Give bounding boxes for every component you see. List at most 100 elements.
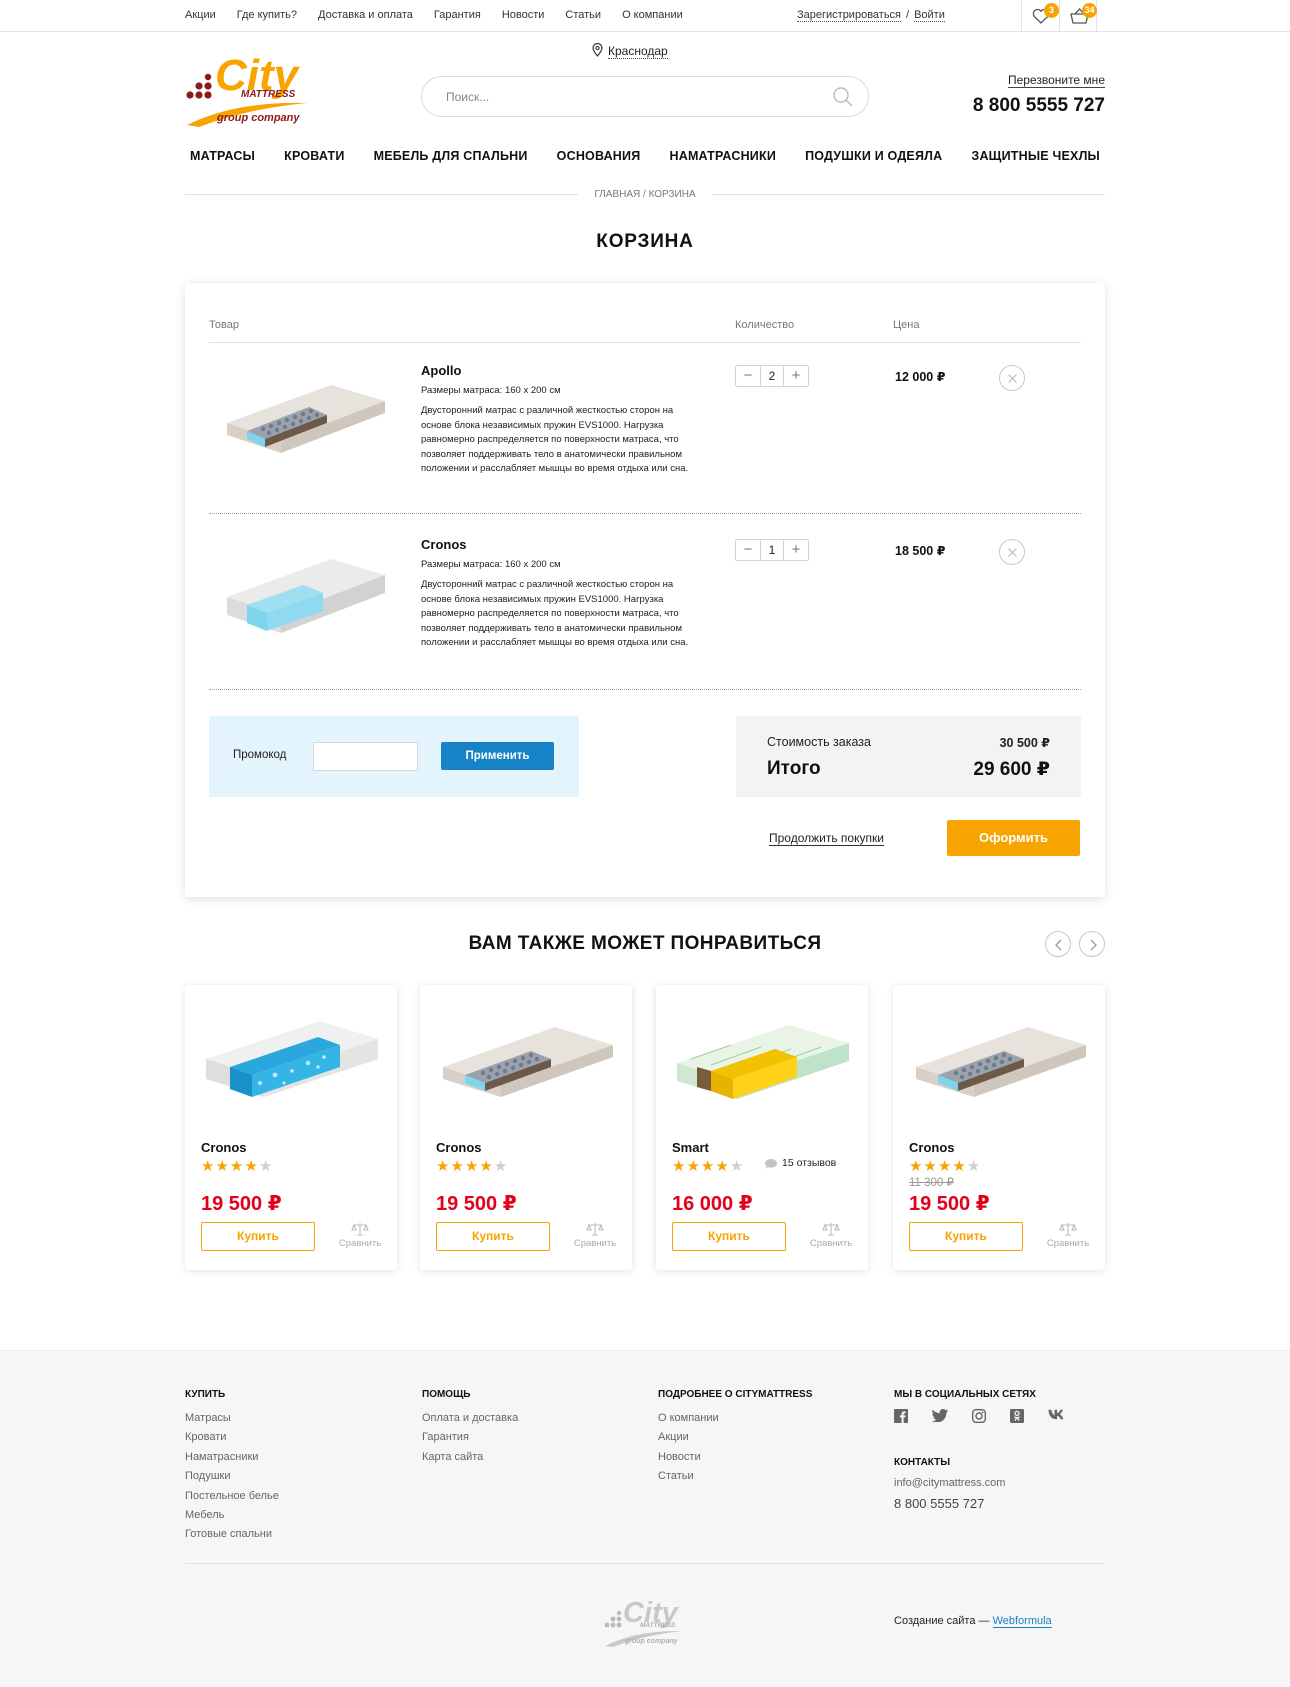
apply-promo-button[interactable]: Применить xyxy=(441,742,554,770)
footer-link[interactable]: Подушки xyxy=(185,1467,279,1486)
footer-logo[interactable]: City MATTRESS group company xyxy=(603,1591,687,1651)
nav-item-pillows-blankets[interactable]: ПОДУШКИ И ОДЕЯЛА xyxy=(805,149,942,163)
product-card-name[interactable]: Cronos xyxy=(201,1140,247,1155)
compare-button[interactable]: Сравнить xyxy=(806,1222,856,1249)
reviews-count-label: 15 отзывов xyxy=(782,1157,837,1169)
quantity-decrease-button[interactable]: − xyxy=(736,540,760,560)
footer-link[interactable]: Матрасы xyxy=(185,1409,279,1428)
footer-phone[interactable]: 8 800 5555 727 xyxy=(894,1496,1066,1511)
nav-item-beds[interactable]: КРОВАТИ xyxy=(284,149,344,163)
product-card-name[interactable]: Smart xyxy=(672,1140,709,1155)
product-card-price: 19 500 ₽ xyxy=(201,1193,282,1215)
nav-item-bases[interactable]: ОСНОВАНИЯ xyxy=(557,149,641,163)
buy-button[interactable]: Купить xyxy=(672,1222,786,1251)
footer-link[interactable]: Статьи xyxy=(658,1467,812,1486)
webformula-link[interactable]: Webformula xyxy=(992,1615,1052,1628)
star-icon: ★ xyxy=(952,1158,967,1175)
total-label: Итого xyxy=(767,758,821,779)
remove-item-button[interactable] xyxy=(999,539,1025,565)
quantity-decrease-button[interactable]: − xyxy=(736,366,760,386)
product-image[interactable] xyxy=(200,1005,382,1115)
product-image[interactable] xyxy=(435,1005,617,1115)
register-link[interactable]: Зарегистрироваться xyxy=(797,9,902,22)
footer-link[interactable]: О компании xyxy=(658,1409,812,1428)
promo-code-input[interactable] xyxy=(313,742,418,771)
carousel-next-button[interactable] xyxy=(1079,931,1105,957)
favorites-count-badge: 3 xyxy=(1044,3,1059,18)
total-value: 29 600 ₽ xyxy=(973,759,1050,780)
rating-stars: ★★★★★ xyxy=(672,1157,744,1175)
footer-link[interactable]: Постельное белье xyxy=(185,1487,279,1506)
product-card-name[interactable]: Cronos xyxy=(436,1140,482,1155)
checkout-button[interactable]: Оформить xyxy=(947,820,1080,856)
remove-item-button[interactable] xyxy=(999,365,1025,391)
twitter-icon[interactable] xyxy=(932,1409,948,1422)
top-nav-item-warranty[interactable]: Гарантия xyxy=(434,9,481,21)
quantity-value[interactable]: 2 xyxy=(760,366,784,386)
search-input[interactable] xyxy=(446,87,806,107)
site-logo[interactable]: City MATTRESS group company xyxy=(185,43,315,129)
buy-button[interactable]: Купить xyxy=(436,1222,550,1251)
quantity-increase-button[interactable]: + xyxy=(784,540,808,560)
compare-button[interactable]: Сравнить xyxy=(335,1222,385,1249)
footer-link[interactable]: Карта сайта xyxy=(422,1448,518,1467)
cart-item-row: Cronos Размеры матраса: 160 х 200 см Дву… xyxy=(209,517,1081,687)
footer-link[interactable]: Кровати xyxy=(185,1428,279,1447)
quantity-value[interactable]: 1 xyxy=(760,540,784,560)
compare-button[interactable]: Сравнить xyxy=(1043,1222,1093,1249)
nav-item-mattresses[interactable]: МАТРАСЫ xyxy=(190,149,255,163)
reviews-count[interactable]: 15 отзывов xyxy=(764,1157,837,1169)
footer-link[interactable]: Новости xyxy=(658,1448,812,1467)
nav-item-toppers[interactable]: НАМАТРАСНИКИ xyxy=(669,149,776,163)
search-icon[interactable] xyxy=(832,86,854,108)
login-link[interactable]: Войти xyxy=(914,9,945,22)
product-card-name[interactable]: Cronos xyxy=(909,1140,955,1155)
compare-button[interactable]: Сравнить xyxy=(570,1222,620,1249)
footer-link[interactable]: Готовые спальни xyxy=(185,1525,279,1544)
callback-link[interactable]: Перезвоните мне xyxy=(1007,73,1105,88)
quantity-increase-button[interactable]: + xyxy=(784,366,808,386)
footer-link[interactable]: Акции xyxy=(658,1428,812,1447)
star-icon: ★ xyxy=(436,1158,451,1175)
column-header-quantity: Количество xyxy=(735,319,795,331)
footer-column-buy: КУПИТЬ Матрасы Кровати Наматрасники Поду… xyxy=(185,1389,279,1545)
citymattress-logo-icon: City MATTRESS group company xyxy=(186,51,307,127)
top-nav-item-news[interactable]: Новости xyxy=(502,9,545,21)
location-pin-icon xyxy=(592,43,603,57)
citymattress-logo-gray-icon: City MATTRESS group company xyxy=(604,1597,683,1647)
footer-link[interactable]: Мебель xyxy=(185,1506,279,1525)
top-nav-item-delivery[interactable]: Доставка и оплата xyxy=(318,9,413,21)
nav-item-protective-covers[interactable]: ЗАЩИТНЫЕ ЧЕХЛЫ xyxy=(971,149,1100,163)
buy-button[interactable]: Купить xyxy=(909,1222,1023,1251)
footer-link[interactable]: Гарантия xyxy=(422,1428,518,1447)
breadcrumb[interactable]: ГЛАВНАЯ / КОРЗИНА xyxy=(0,189,1290,200)
product-name[interactable]: Apollo xyxy=(421,363,461,378)
footer-link[interactable]: Наматрасники xyxy=(185,1448,279,1467)
product-image-apollo[interactable] xyxy=(219,361,389,471)
top-nav-item-promos[interactable]: Акции xyxy=(185,9,216,21)
header-phone[interactable]: 8 800 5555 727 xyxy=(973,95,1105,117)
nav-item-bedroom-furniture[interactable]: МЕБЕЛЬ ДЛЯ СПАЛЬНИ xyxy=(374,149,528,163)
product-image[interactable] xyxy=(671,1005,853,1115)
carousel-prev-button[interactable] xyxy=(1045,931,1071,957)
continue-shopping-link[interactable]: Продолжить покупки xyxy=(769,831,884,846)
top-nav-item-about[interactable]: О компании xyxy=(622,9,683,21)
vk-icon[interactable] xyxy=(1048,1409,1066,1420)
cart-button[interactable]: 34 xyxy=(1059,0,1097,31)
favorites-button[interactable]: 3 xyxy=(1021,0,1059,31)
search-box xyxy=(421,76,869,117)
city-selector[interactable]: Краснодар xyxy=(592,43,668,59)
odnoklassniki-icon[interactable] xyxy=(1010,1409,1024,1423)
column-header-price: Цена xyxy=(893,319,920,331)
compare-label: Сравнить xyxy=(809,1238,853,1249)
buy-button[interactable]: Купить xyxy=(201,1222,315,1251)
product-name[interactable]: Cronos xyxy=(421,537,467,552)
top-nav-item-articles[interactable]: Статьи xyxy=(565,9,601,21)
product-image[interactable] xyxy=(908,1005,1090,1115)
footer-link[interactable]: Оплата и доставка xyxy=(422,1409,518,1428)
facebook-icon[interactable] xyxy=(894,1409,908,1423)
footer-email[interactable]: info@citymattress.com xyxy=(894,1477,1066,1489)
product-image-cronos[interactable] xyxy=(219,535,389,645)
instagram-icon[interactable] xyxy=(972,1409,986,1423)
top-nav-item-where-to-buy[interactable]: Где купить? xyxy=(237,9,297,21)
